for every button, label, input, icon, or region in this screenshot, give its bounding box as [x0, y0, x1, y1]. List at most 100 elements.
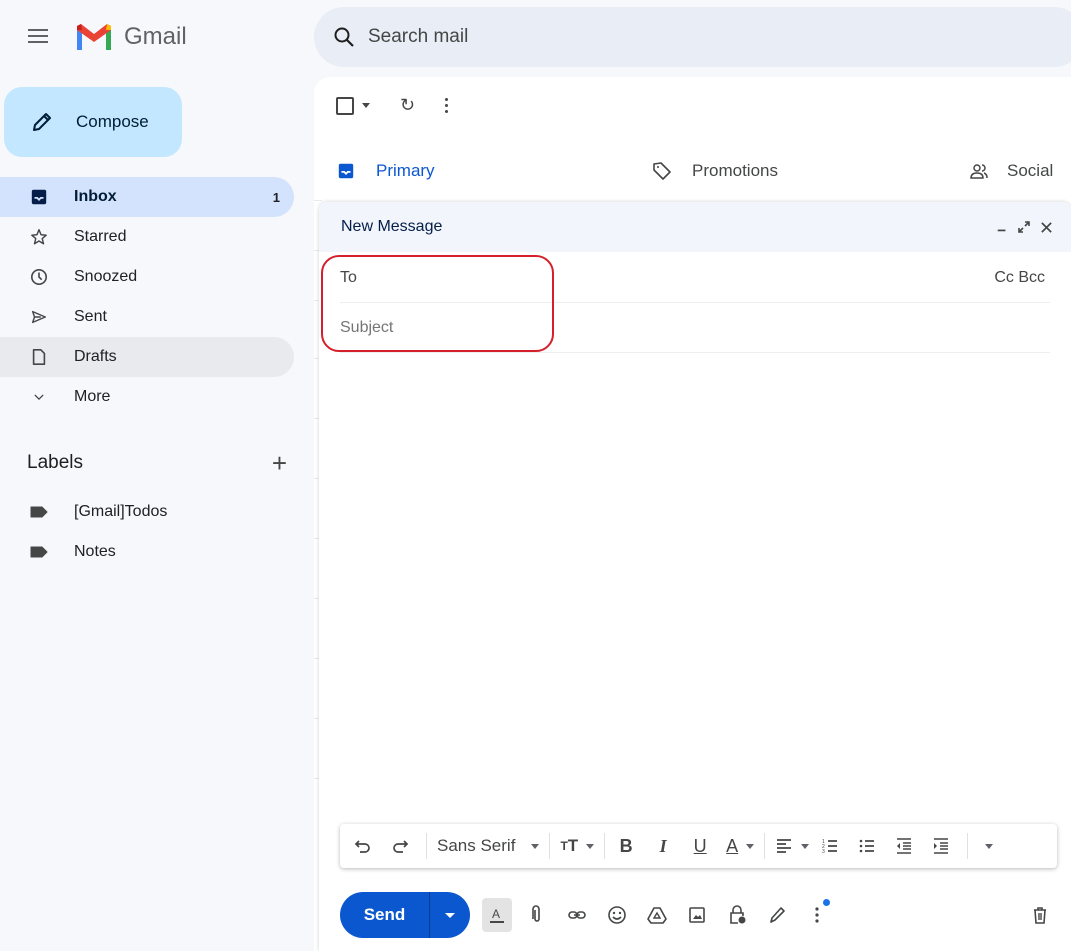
send-icon [29, 307, 49, 327]
google-drive-icon[interactable] [642, 898, 672, 932]
tab-label: Promotions [692, 161, 778, 180]
hamburger-line [28, 41, 48, 43]
signature-icon[interactable] [762, 898, 792, 932]
compose-actions: Send A [340, 892, 1055, 938]
toolbar-divider [426, 833, 427, 859]
compose-window-controls [995, 220, 1053, 234]
draft-icon [29, 347, 49, 367]
select-dropdown-icon[interactable] [362, 103, 370, 108]
compose-header[interactable]: New Message [319, 202, 1071, 252]
gmail-logo[interactable]: Gmail [74, 22, 187, 52]
sidebar-item-starred[interactable]: Starred [0, 217, 294, 257]
sidebar-item-label: Inbox [74, 188, 117, 205]
inbox-icon [29, 187, 49, 207]
compose-button[interactable]: Compose [4, 87, 182, 157]
toolbar-divider [604, 833, 606, 859]
select-all-checkbox[interactable] [336, 96, 354, 115]
attach-file-icon[interactable] [522, 898, 552, 932]
gmail-m-icon [77, 24, 111, 50]
tab-social[interactable]: Social [969, 149, 1053, 193]
schedule-send-dropdown[interactable] [430, 892, 470, 938]
indent-more-icon[interactable] [930, 832, 952, 860]
more-options-icon[interactable] [802, 898, 832, 932]
compose-window: New Message To Cc Bcc Sans Serif TT B I … [319, 202, 1071, 951]
formatting-options-icon[interactable]: A [482, 898, 512, 932]
align-icon[interactable] [775, 832, 810, 860]
sidebar-item-inbox[interactable]: Inbox 1 [0, 177, 294, 217]
fullscreen-icon[interactable] [1017, 220, 1031, 234]
star-icon [29, 227, 49, 247]
to-input[interactable] [364, 268, 965, 287]
confidential-mode-icon[interactable] [722, 898, 752, 932]
undo-icon[interactable] [352, 832, 374, 860]
text-color-icon[interactable]: A [726, 832, 755, 860]
sidebar-item-label: Starred [74, 228, 127, 245]
insert-photo-icon[interactable] [682, 898, 712, 932]
chevron-down-icon [29, 387, 49, 407]
sidebar-item-label: More [74, 388, 111, 405]
to-field-row: To Cc Bcc [340, 253, 1050, 303]
label-item-notes[interactable]: Notes [0, 532, 294, 572]
app-name: Gmail [124, 23, 187, 50]
cc-bcc-link[interactable]: Cc Bcc [994, 269, 1045, 287]
category-tabs: Primary Promotions Social [314, 149, 1071, 193]
send-button-group: Send [340, 892, 470, 938]
search-icon[interactable] [332, 25, 356, 49]
toolbar-divider [764, 833, 766, 859]
indent-less-icon[interactable] [893, 832, 915, 860]
svg-text:A: A [492, 907, 500, 921]
people-icon [969, 161, 989, 181]
chevron-down-icon [445, 912, 455, 918]
main-menu-button[interactable] [26, 26, 50, 50]
bold-icon[interactable]: B [615, 832, 637, 860]
minimize-icon[interactable] [995, 220, 1009, 234]
pencil-icon [33, 113, 51, 131]
search-bar [314, 7, 1071, 67]
toolbar-divider [967, 833, 969, 859]
sidebar-item-label: Drafts [74, 348, 117, 365]
label-icon [30, 506, 48, 518]
close-icon[interactable] [1039, 220, 1053, 234]
to-label: To [340, 268, 357, 286]
sidebar-nav: Inbox 1 Starred Snoozed Sent Drafts More [0, 177, 294, 417]
underline-icon[interactable]: U [689, 832, 711, 860]
tab-promotions[interactable]: Promotions [652, 149, 778, 193]
label-name: [Gmail]Todos [74, 503, 168, 520]
font-family-value: Sans Serif [437, 836, 516, 855]
add-label-button[interactable]: + [272, 450, 287, 476]
subject-field-row [340, 303, 1050, 353]
sidebar-item-more[interactable]: More [0, 377, 294, 417]
insert-link-icon[interactable] [562, 898, 592, 932]
sidebar-item-sent[interactable]: Sent [0, 297, 294, 337]
italic-icon[interactable]: I [652, 832, 674, 860]
sidebar-item-snoozed[interactable]: Snoozed [0, 257, 294, 297]
tab-label: Social [1007, 161, 1054, 180]
tab-primary[interactable]: Primary [336, 149, 435, 193]
compose-label: Compose [76, 112, 149, 131]
redo-icon[interactable] [389, 832, 411, 860]
clock-icon [29, 267, 49, 287]
more-formatting-icon[interactable] [978, 832, 1000, 860]
refresh-icon[interactable]: ↻ [400, 95, 415, 116]
labels-title: Labels [27, 452, 83, 473]
svg-text:3: 3 [822, 849, 825, 855]
more-options-icon[interactable] [445, 98, 449, 113]
font-size-icon[interactable]: TT [560, 832, 595, 860]
discard-draft-icon[interactable] [1025, 898, 1055, 932]
search-input[interactable] [368, 26, 968, 48]
numbered-list-icon[interactable]: 123 [819, 832, 841, 860]
message-body[interactable] [340, 354, 1050, 814]
sidebar-item-drafts[interactable]: Drafts [0, 337, 294, 377]
sidebar-item-label: Sent [74, 308, 107, 325]
font-family-select[interactable]: Sans Serif [437, 836, 540, 856]
unread-count: 1 [272, 189, 280, 205]
emoji-icon[interactable] [602, 898, 632, 932]
hamburger-line [28, 35, 48, 37]
chevron-down-icon [531, 843, 540, 849]
app-header: Gmail [0, 0, 310, 76]
inbox-icon [336, 161, 356, 181]
label-item-gmail-todos[interactable]: [Gmail]Todos [0, 492, 294, 532]
subject-input[interactable] [340, 318, 940, 337]
bulleted-list-icon[interactable] [856, 832, 878, 860]
send-button[interactable]: Send [340, 892, 430, 938]
